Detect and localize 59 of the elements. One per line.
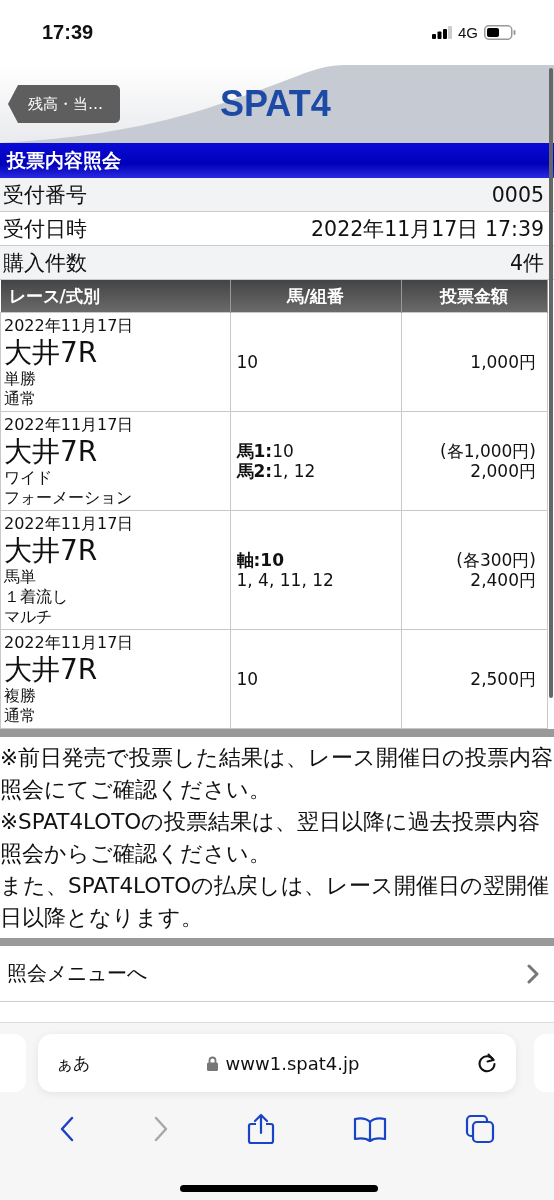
network-label: 4G: [458, 24, 478, 41]
horse-numbers: 軸:10: [235, 550, 285, 570]
battery-icon: [484, 25, 516, 40]
bet-type: フォーメーション: [4, 488, 133, 508]
info-value: 4件: [509, 249, 544, 277]
signal-icon: [432, 26, 452, 39]
menu-link[interactable]: 照会メニューへ: [0, 946, 554, 1002]
book-icon[interactable]: [353, 1116, 387, 1142]
url-text: www1.spat4.jp: [225, 1052, 360, 1074]
bet-type: 複勝: [4, 686, 37, 706]
race-date: 2022年11月17日: [4, 315, 135, 337]
race-date: 2022年11月17日: [4, 414, 135, 436]
bet-amount: (各1,000円): [439, 441, 537, 461]
column-header: 馬/組番: [230, 280, 401, 313]
bet-amount: 2,500円: [469, 669, 537, 689]
menu-label: 照会メニューへ: [7, 960, 147, 987]
info-label: 受付日時: [3, 215, 87, 243]
info-label: 受付番号: [3, 181, 87, 209]
back-button[interactable]: 残高・当…: [8, 85, 120, 123]
bet-amount: 2,000円: [469, 461, 537, 481]
bet-type: 単勝: [4, 369, 37, 389]
race-name: 大井7R: [4, 654, 99, 686]
race-name: 大井7R: [4, 535, 99, 567]
race-date: 2022年11月17日: [4, 513, 135, 535]
page-title: 投票内容照会: [0, 143, 554, 178]
bet-amount: 1,000円: [469, 352, 537, 372]
bet-amount: (各300円): [455, 550, 537, 570]
share-icon[interactable]: [247, 1113, 275, 1145]
notice-text: ※前日発売で投票した結果は、レース開催日の投票内容照会にてご確認ください。: [0, 744, 554, 804]
bet-type: マルチ: [4, 607, 53, 627]
info-value: 0005: [491, 182, 544, 207]
reload-icon[interactable]: [476, 1052, 498, 1074]
notice-text: ※SPAT4LOTOの投票結果は、翌日以降に過去投票内容照会からご確認ください。: [0, 808, 542, 868]
address-bar[interactable]: ぁあ www1.spat4.jp: [38, 1034, 516, 1092]
lock-icon: [206, 1055, 218, 1071]
spat4-logo: SPAT4: [220, 83, 331, 125]
race-name: 大井7R: [4, 436, 99, 468]
horse-numbers: 馬1:10: [235, 441, 295, 461]
bet-type: 通常: [4, 706, 37, 726]
bet-type: ワイド: [4, 468, 53, 488]
horse-numbers: 10: [235, 669, 260, 689]
tabs-icon[interactable]: [465, 1114, 495, 1144]
info-label: 購入件数: [3, 249, 87, 277]
chevron-icon: [527, 963, 539, 984]
notice-text: また、SPAT4LOTOの払戻しは、レース開催日の翌開催日以降となります。: [0, 872, 551, 932]
race-date: 2022年11月17日: [4, 632, 135, 654]
horse-numbers: 1, 4, 11, 12: [235, 570, 335, 590]
info-value: 2022年11月17日 17:39: [311, 215, 544, 243]
horse-numbers: 馬2:1, 12: [235, 461, 317, 481]
race-name: 大井7R: [4, 337, 99, 369]
column-header: 投票金額: [401, 280, 548, 313]
horse-numbers: 10: [235, 352, 260, 372]
status-time: 17:39: [42, 21, 94, 44]
column-header: レース/式別: [0, 280, 230, 313]
bet-amount: 2,400円: [469, 570, 537, 590]
bet-type: 通常: [4, 389, 37, 409]
text-size-button[interactable]: ぁあ: [56, 1051, 90, 1075]
bet-type: 馬単: [4, 567, 37, 587]
bet-type: １着流し: [4, 587, 69, 607]
